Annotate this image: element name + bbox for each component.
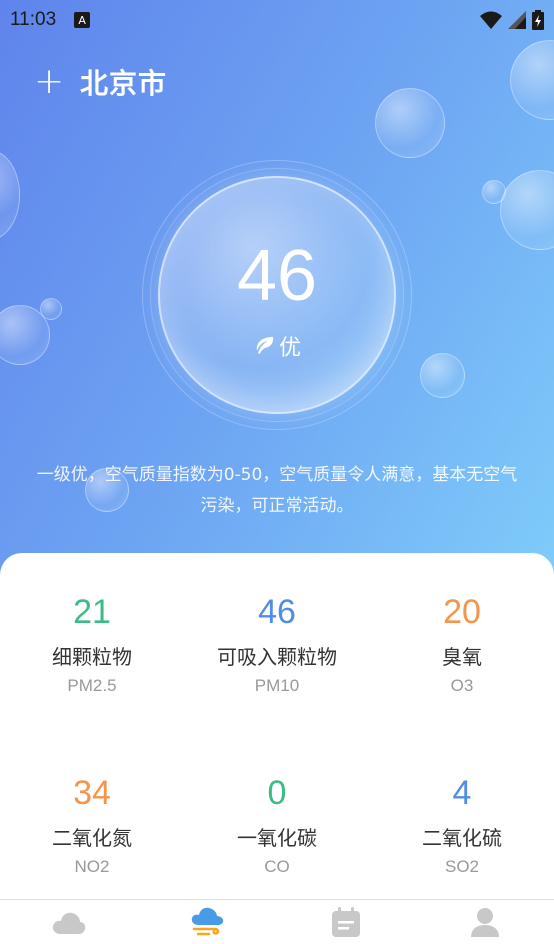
calendar-icon: [332, 907, 361, 937]
aqi-level-text: 优: [278, 336, 301, 361]
pollutant-name: 一氧化碳: [237, 826, 317, 850]
pollutant-co: 0 一氧化碳 CO: [185, 776, 369, 877]
aqi-value: 46: [236, 236, 318, 316]
pollutant-name: 臭氧: [442, 645, 482, 669]
pollutant-code: PM10: [254, 676, 300, 695]
cloud-icon: [53, 912, 86, 934]
pollutant-pm10: 46 可吸入颗粒物 PM10: [185, 595, 369, 696]
decor-bubble: [40, 298, 62, 320]
decor-bubble: [375, 88, 445, 158]
pollutant-name: 二氧化硫: [422, 826, 502, 850]
pollutant-value: 0: [267, 774, 287, 812]
status-bar: 11:03 A: [0, 0, 554, 40]
header: + 北京市: [34, 62, 167, 102]
battery-icon: [532, 10, 544, 30]
decor-bubble: [482, 180, 506, 204]
pollutant-code: CO: [264, 857, 290, 876]
pollutant-code: PM2.5: [67, 676, 117, 695]
pollutant-so2: 4 二氧化硫 SO2: [370, 776, 554, 877]
pollutant-pm25: 21 细颗粒物 PM2.5: [0, 595, 184, 696]
status-indicators: [480, 10, 544, 30]
aqi-hero: 11:03 A + 北京市 46 优 一级优，空气质量指数为0-50，空气质量令…: [0, 0, 554, 600]
decor-bubble: [500, 170, 554, 250]
pollutant-name: 二氧化氮: [52, 826, 132, 850]
user-icon: [470, 908, 499, 937]
tab-calendar[interactable]: [277, 900, 416, 944]
pollutant-value: 46: [258, 593, 296, 631]
city-name[interactable]: 北京市: [80, 62, 167, 102]
notification-icon: A: [74, 12, 91, 28]
leaf-icon: [256, 337, 274, 354]
pollutant-value: 4: [452, 774, 472, 812]
bottom-tab-bar: [0, 899, 554, 944]
pollutant-value: 21: [73, 593, 111, 631]
add-city-button[interactable]: +: [34, 64, 64, 100]
pollutant-card: 21 细颗粒物 PM2.5 46 可吸入颗粒物 PM10 20 臭氧 O3 34…: [0, 553, 554, 899]
signal-icon: [508, 11, 526, 29]
status-time: 11:03: [10, 9, 57, 30]
pollutant-name: 细颗粒物: [52, 645, 132, 669]
tab-weather[interactable]: [0, 900, 139, 944]
wifi-icon: [480, 11, 502, 29]
pollutant-code: NO2: [74, 857, 110, 876]
tab-profile[interactable]: [416, 900, 554, 944]
decor-bubble: [420, 353, 465, 398]
air-quality-icon: [191, 907, 223, 936]
decor-bubble: [510, 40, 554, 120]
pollutant-no2: 34 二氧化氮 NO2: [0, 776, 184, 877]
pollutant-value: 34: [73, 774, 111, 812]
aqi-description: 一级优，空气质量指数为0-50，空气质量令人满意，基本无空气污染，可正常活动。: [36, 465, 518, 516]
decor-bubble: [0, 150, 20, 240]
pollutant-code: O3: [450, 676, 474, 695]
pollutant-code: SO2: [444, 857, 480, 876]
pollutant-name: 可吸入颗粒物: [217, 645, 337, 669]
aqi-level: 优: [160, 330, 394, 362]
tab-air-quality[interactable]: [139, 900, 278, 944]
pollutant-o3: 20 臭氧 O3: [370, 595, 554, 696]
aqi-bubble: 46 优: [158, 176, 396, 414]
pollutant-value: 20: [443, 593, 481, 631]
